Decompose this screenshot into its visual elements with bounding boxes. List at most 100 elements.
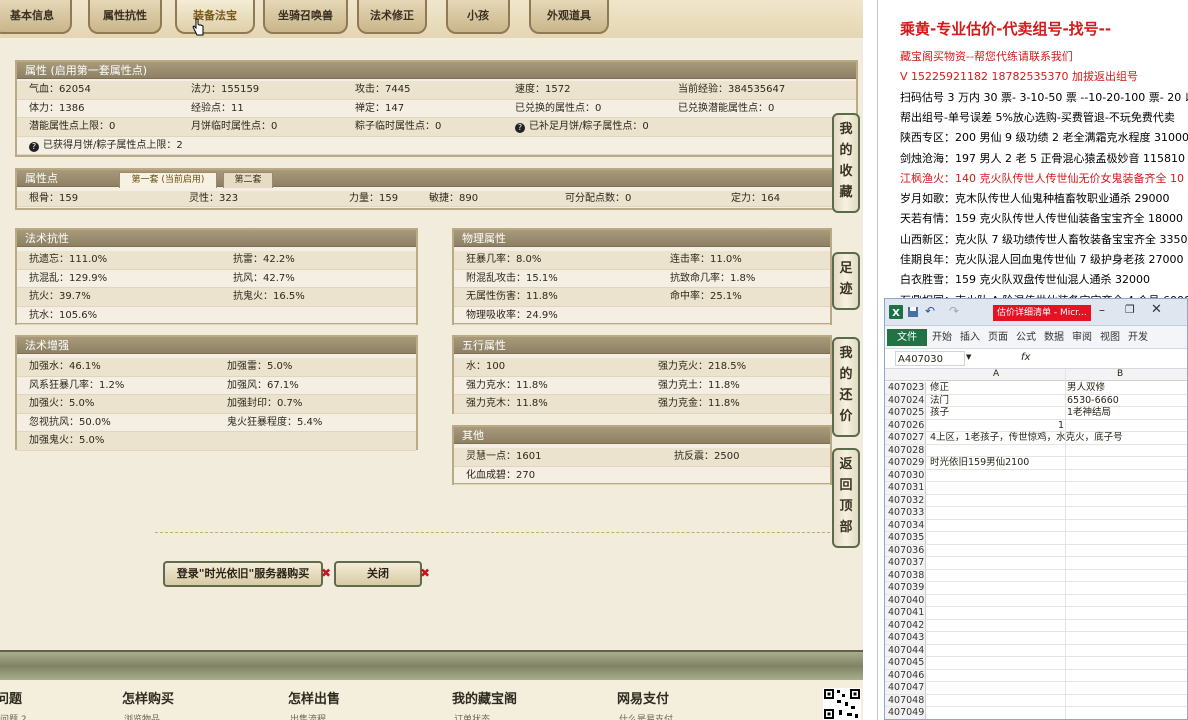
row-number[interactable]: 407026 xyxy=(885,419,926,431)
column-header-b[interactable]: B xyxy=(1117,369,1123,379)
sheet-row[interactable]: 407028 xyxy=(885,444,1187,457)
spreadsheet-grid[interactable]: A B 407023 修正 男人双修 407024 法门 6530-6660 407025 孩… xyxy=(885,369,1187,719)
ribbon-tab[interactable]: 公式 xyxy=(1013,329,1039,346)
my-counteroffer-button[interactable]: 我的还价 xyxy=(832,337,860,437)
sheet-row[interactable]: 407029 时光依旧159男仙2100 xyxy=(885,457,1187,470)
ribbon-tab[interactable]: 视图 xyxy=(1097,329,1123,346)
ribbon-tab[interactable]: 开始 xyxy=(929,329,955,346)
sheet-row[interactable]: 407044 xyxy=(885,644,1187,657)
function-icon[interactable]: fx xyxy=(1021,352,1030,363)
tab-child[interactable]: 小孩 xyxy=(446,0,510,34)
tab-point-set-1[interactable]: 第一套 (当前启用) xyxy=(119,172,217,188)
footer-heading-how-to-buy[interactable]: 怎样购买 xyxy=(122,688,174,707)
sheet-row[interactable]: 407045 xyxy=(885,657,1187,670)
name-box[interactable]: A407030 xyxy=(895,351,965,366)
row-number[interactable]: 407031 xyxy=(885,482,926,494)
redo-icon[interactable]: ↷ xyxy=(949,304,959,318)
row-number[interactable]: 407028 xyxy=(885,444,926,456)
cell-b[interactable]: 6530-6660 xyxy=(1067,395,1119,407)
sheet-row[interactable]: 407049 xyxy=(885,707,1187,719)
cell-a[interactable]: 4上区，1老孩子，传世惊鸡，水克火，底子号 xyxy=(930,432,1123,444)
help-icon[interactable]: ? xyxy=(515,123,525,133)
tab-appearance[interactable]: 外观道具 xyxy=(529,0,609,34)
dropdown-icon[interactable]: ▼ xyxy=(966,353,971,361)
buy-on-server-button[interactable]: 登录"时光依旧"服务器购买 xyxy=(163,561,323,587)
row-number[interactable]: 407045 xyxy=(885,657,926,669)
footer-heading-faq[interactable]: 问题 xyxy=(0,688,22,707)
undo-icon[interactable]: ↶ xyxy=(925,304,935,318)
footer-link[interactable]: 问题 2 xyxy=(0,712,27,720)
row-number[interactable]: 407024 xyxy=(885,394,926,406)
sheet-row[interactable]: 407039 xyxy=(885,582,1187,595)
footer-link[interactable]: 什么是易支付 xyxy=(619,712,673,720)
row-number[interactable]: 407044 xyxy=(885,644,926,656)
restore-icon[interactable]: ❐ xyxy=(1125,303,1135,316)
close-button[interactable]: 关闭 xyxy=(334,561,422,587)
sheet-row[interactable]: 407024 法门 6530-6660 xyxy=(885,394,1187,407)
ribbon-tab[interactable]: 开发 xyxy=(1125,329,1151,346)
help-icon[interactable]: ? xyxy=(29,141,39,152)
row-number[interactable]: 407048 xyxy=(885,694,926,706)
row-number[interactable]: 407036 xyxy=(885,544,926,556)
row-number[interactable]: 407034 xyxy=(885,519,926,531)
sheet-row[interactable]: 407043 xyxy=(885,632,1187,645)
close-icon[interactable]: ✕ xyxy=(1151,302,1162,317)
row-number[interactable]: 407042 xyxy=(885,619,926,631)
row-number[interactable]: 407025 xyxy=(885,407,926,419)
cell-a[interactable]: 法门 xyxy=(930,395,949,407)
footer-heading-netease-pay[interactable]: 网易支付 xyxy=(617,688,669,707)
sheet-row[interactable]: 407027 4上区，1老孩子，传世惊鸡，水克火，底子号 xyxy=(885,432,1187,445)
tab-spell-correction[interactable]: 法术修正 xyxy=(357,0,427,34)
sheet-row[interactable]: 407031 xyxy=(885,482,1187,495)
sheet-row[interactable]: 407033 xyxy=(885,507,1187,520)
sheet-row[interactable]: 407032 xyxy=(885,494,1187,507)
cell-b[interactable]: 1 xyxy=(1058,420,1064,432)
footer-link[interactable]: 浏览物品 xyxy=(124,712,160,720)
row-number[interactable]: 407043 xyxy=(885,632,926,644)
ribbon-tab[interactable]: 数据 xyxy=(1041,329,1067,346)
cell-a[interactable]: 时光依旧159男仙2100 xyxy=(930,457,1029,469)
row-number[interactable]: 407041 xyxy=(885,607,926,619)
sheet-row[interactable]: 407047 xyxy=(885,682,1187,695)
cell-b[interactable]: 1老神结局 xyxy=(1067,407,1111,419)
tab-point-set-2[interactable]: 第二套 xyxy=(223,172,273,188)
tab-basic-info[interactable]: 基本信息 xyxy=(0,0,72,34)
footer-link[interactable]: 订单状态 xyxy=(454,712,490,720)
row-number[interactable]: 407033 xyxy=(885,507,926,519)
row-number[interactable]: 407049 xyxy=(885,707,926,719)
sheet-row[interactable]: 407037 xyxy=(885,557,1187,570)
row-number[interactable]: 407023 xyxy=(885,382,926,394)
sheet-row[interactable]: 407026 1 xyxy=(885,419,1187,432)
footer-heading-my-treasure[interactable]: 我的藏宝阁 xyxy=(452,688,517,707)
sheet-row[interactable]: 407042 xyxy=(885,619,1187,632)
row-number[interactable]: 407035 xyxy=(885,532,926,544)
sheet-row[interactable]: 407034 xyxy=(885,519,1187,532)
cell-b[interactable]: 男人双修 xyxy=(1067,382,1105,394)
footer-link[interactable]: 出售流程 xyxy=(290,712,326,720)
row-number[interactable]: 407032 xyxy=(885,494,926,506)
footer-heading-how-to-sell[interactable]: 怎样出售 xyxy=(288,688,340,707)
my-favorites-button[interactable]: 我的收藏 xyxy=(832,113,860,213)
sheet-row[interactable]: 407023 修正 男人双修 xyxy=(885,382,1187,395)
row-number[interactable]: 407029 xyxy=(885,457,926,469)
tab-attributes-resist[interactable]: 属性抗性 xyxy=(88,0,162,34)
ribbon-tab[interactable]: 页面 xyxy=(985,329,1011,346)
save-icon[interactable] xyxy=(907,306,919,318)
sheet-row[interactable]: 407048 xyxy=(885,694,1187,707)
sheet-row[interactable]: 407038 xyxy=(885,569,1187,582)
sheet-row[interactable]: 407040 xyxy=(885,594,1187,607)
ribbon-tab[interactable]: 文件 xyxy=(887,329,927,346)
cell-a[interactable]: 孩子 xyxy=(930,407,949,419)
tab-equipment[interactable]: 装备法宝 xyxy=(175,0,255,34)
cell-a[interactable]: 修正 xyxy=(930,382,949,394)
footprint-button[interactable]: 足迹 xyxy=(832,252,860,310)
row-number[interactable]: 407040 xyxy=(885,594,926,606)
row-number[interactable]: 407038 xyxy=(885,569,926,581)
sheet-row[interactable]: 407036 xyxy=(885,544,1187,557)
row-number[interactable]: 407046 xyxy=(885,669,926,681)
row-number[interactable]: 407047 xyxy=(885,682,926,694)
sheet-row[interactable]: 407046 xyxy=(885,669,1187,682)
ribbon-tab[interactable]: 插入 xyxy=(957,329,983,346)
sheet-row[interactable]: 407041 xyxy=(885,607,1187,620)
row-number[interactable]: 407037 xyxy=(885,557,926,569)
